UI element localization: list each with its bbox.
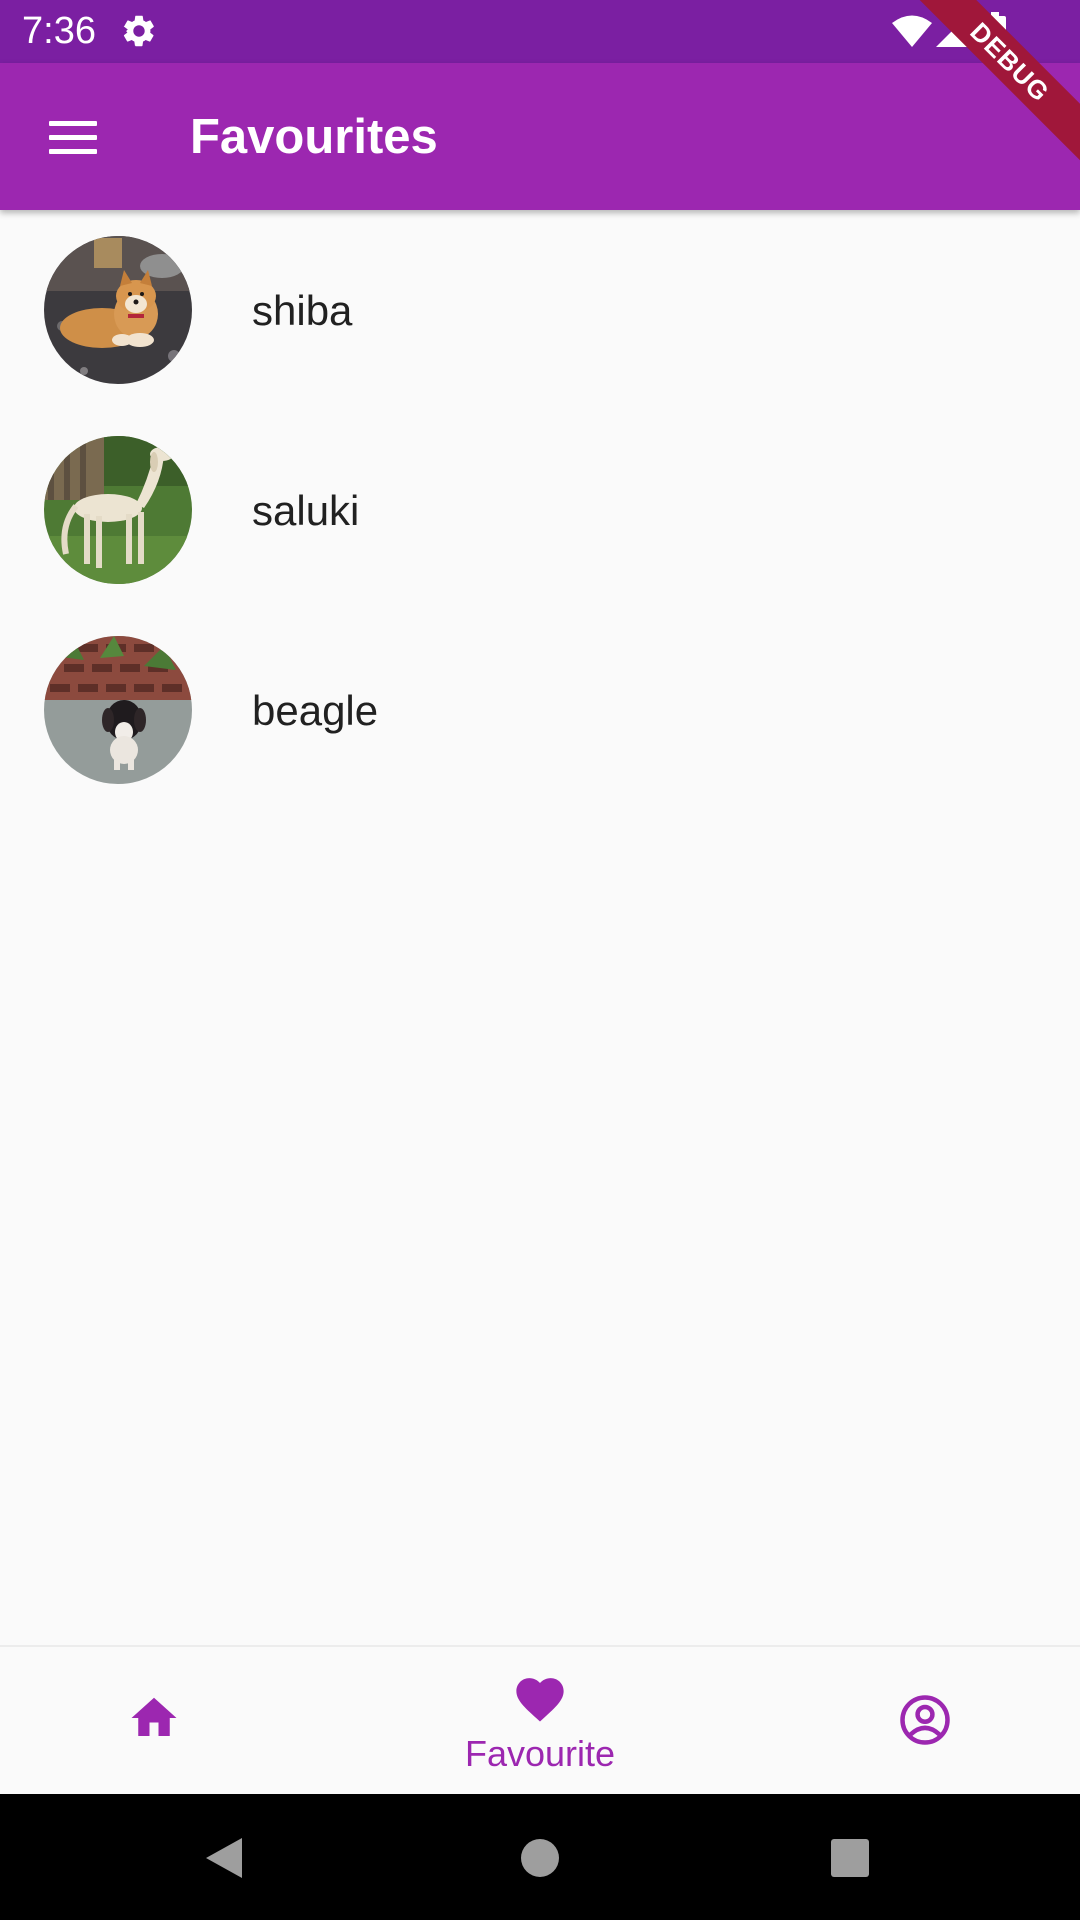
favourites-list: shiba saluki beagle [0,210,1080,810]
status-bar: 7:36 [0,0,1080,63]
list-item-shiba[interactable]: shiba [0,210,1080,410]
saluki-avatar [44,436,192,584]
nav-profile[interactable] [720,1647,1080,1796]
list-item-label: saluki [252,487,360,534]
recents-icon[interactable] [830,1838,870,1878]
home-circle-icon[interactable] [520,1838,560,1878]
status-time: 7:36 [22,10,96,52]
beagle-avatar [44,636,192,784]
list-item-beagle[interactable]: beagle [0,610,1080,810]
heart-icon [510,1671,570,1723]
list-item-label: shiba [252,287,353,334]
page-title: Favourites [190,110,438,164]
menu-button[interactable] [38,105,108,169]
back-icon[interactable] [204,1836,244,1880]
settings-icon [120,12,158,50]
nav-home[interactable] [0,1647,360,1796]
app-bar: Favourites [0,63,1080,210]
screen: 7:36 Favourites DEBUG shiba saluki beagl… [0,0,1080,1920]
wifi-icon [892,14,932,48]
home-icon [126,1691,182,1745]
nav-favourite[interactable]: Favourite [360,1647,720,1796]
list-item-saluki[interactable]: saluki [0,410,1080,610]
shiba-avatar [44,236,192,384]
nav-favourite-label: Favourite [464,1733,616,1774]
list-item-label: beagle [252,687,379,734]
bottom-navigation: Favourite [0,1645,1080,1796]
account-circle-icon [898,1693,952,1747]
system-navigation-bar [0,1794,1080,1920]
